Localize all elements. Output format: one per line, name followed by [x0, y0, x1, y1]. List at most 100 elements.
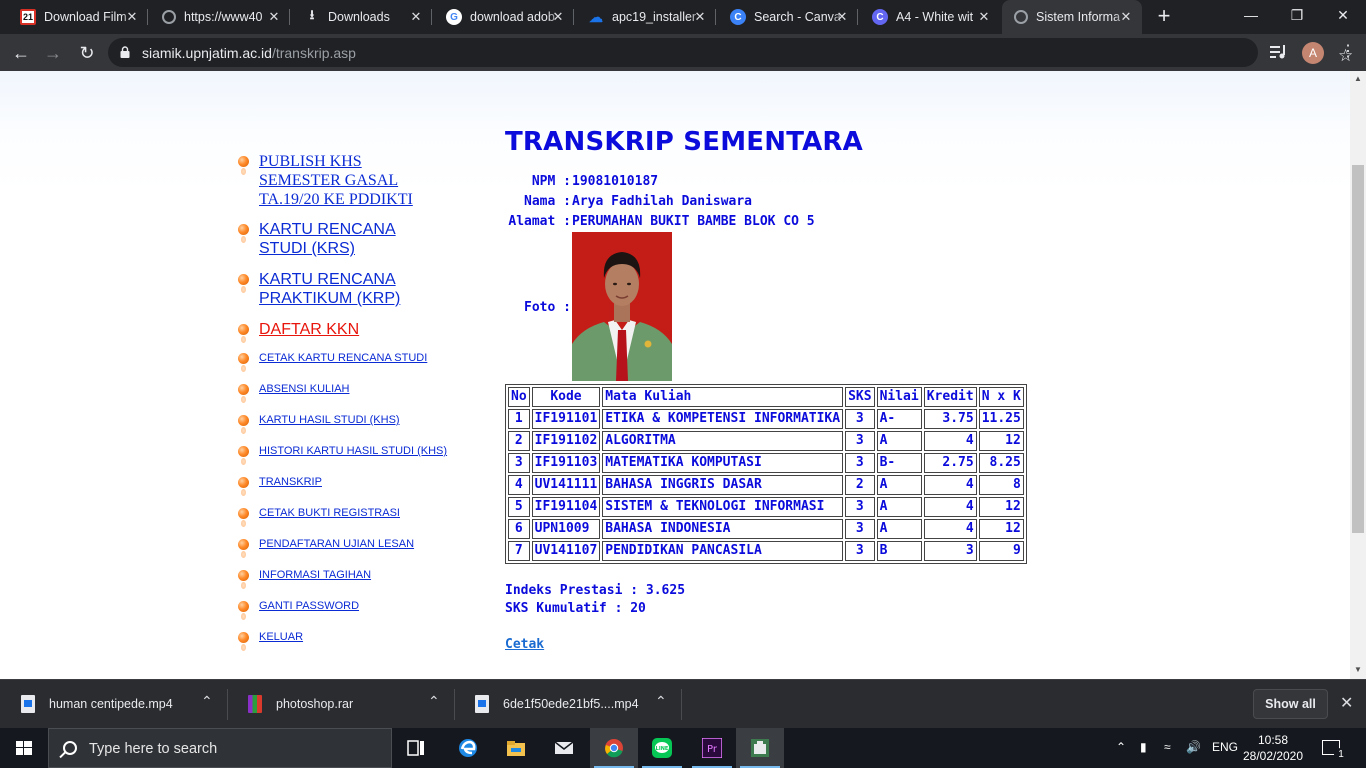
- taskbar-search-box[interactable]: Type here to search: [48, 728, 392, 768]
- address-bar[interactable]: siamik.upnjatim.ac.id/transkrip.asp ☆: [108, 38, 1353, 67]
- chevron-up-icon[interactable]: ⌃: [1116, 740, 1126, 754]
- browser-tab[interactable]: C A4 - White wit ✕: [860, 0, 1000, 34]
- table-cell: 7: [508, 541, 530, 561]
- browser-tab[interactable]: 21 Download Film ✕: [8, 0, 148, 34]
- favicon-icon: C: [730, 9, 746, 25]
- clock-time[interactable]: 10:58: [1250, 733, 1296, 747]
- table-cell: ALGORITMA: [602, 431, 844, 451]
- close-icon[interactable]: ✕: [976, 9, 992, 25]
- forward-icon[interactable]: →: [40, 40, 66, 66]
- close-icon[interactable]: ✕: [834, 9, 850, 25]
- start-button[interactable]: [0, 728, 48, 768]
- clock-date[interactable]: 28/02/2020: [1236, 749, 1310, 763]
- sidebar-link[interactable]: TRANSKRIP: [259, 476, 322, 489]
- taskbar-task-view-button[interactable]: [392, 728, 440, 768]
- scroll-thumb[interactable]: [1352, 165, 1364, 533]
- chevron-up-icon[interactable]: ⌃: [428, 693, 440, 710]
- search-placeholder: Type here to search: [89, 741, 218, 757]
- close-icon[interactable]: ✕: [124, 9, 140, 25]
- sidebar-link[interactable]: GANTI PASSWORD: [259, 600, 359, 613]
- browser-tab[interactable]: Sistem Informa ✕: [1002, 0, 1142, 34]
- close-icon[interactable]: ✕: [266, 9, 282, 25]
- sidebar-link-line: KARTU RENCANA: [259, 271, 396, 288]
- bullet-icon: [238, 224, 249, 235]
- battery-icon[interactable]: ▮: [1140, 740, 1147, 754]
- language-indicator[interactable]: ENG: [1212, 740, 1238, 754]
- taskbar-chrome-button[interactable]: [590, 728, 638, 768]
- browser-tab[interactable]: ☁ apc19_installer ✕: [576, 0, 716, 34]
- credits-label: SKS Kumulatif :: [505, 601, 623, 616]
- table-cell: IF191104: [531, 497, 601, 517]
- page-title: TRANSKRIP SEMENTARA: [505, 127, 863, 157]
- download-item[interactable]: human centipede.mp4 ⌃: [1, 680, 228, 729]
- download-item[interactable]: photoshop.rar ⌃: [228, 680, 455, 729]
- chevron-up-icon[interactable]: ⌃: [201, 693, 213, 710]
- taskbar-edge-button[interactable]: [444, 728, 492, 768]
- sidebar-link-line: TA.19/20 KE PDDIKTI: [259, 191, 413, 208]
- sidebar-link[interactable]: PENDAFTARAN UJIAN LESAN: [259, 538, 414, 551]
- bullet-icon: [238, 632, 249, 643]
- chevron-up-icon[interactable]: ⌃: [655, 693, 667, 710]
- sidebar-link[interactable]: HISTORI KARTU HASIL STUDI (KHS): [259, 445, 447, 458]
- sidebar-link[interactable]: KARTU HASIL STUDI (KHS): [259, 414, 400, 427]
- edge-icon: [459, 739, 477, 757]
- restore-icon[interactable]: ❐: [1274, 0, 1320, 32]
- scroll-up-icon[interactable]: ▲: [1354, 74, 1362, 83]
- taskbar-app-button[interactable]: [736, 728, 784, 768]
- table-cell: ETIKA & KOMPETENSI INFORMATIKA: [602, 409, 844, 429]
- sidebar-link[interactable]: KARTU RENCANA STUDI (KRS): [259, 220, 396, 258]
- close-icon[interactable]: ✕: [1118, 9, 1134, 25]
- favicon-icon: [1014, 10, 1028, 24]
- sidebar-link[interactable]: CETAK KARTU RENCANA STUDI: [259, 352, 427, 365]
- table-cell: 1: [508, 409, 530, 429]
- volume-icon[interactable]: 🔊: [1186, 740, 1201, 754]
- bullet-icon: [238, 601, 249, 612]
- new-tab-button[interactable]: +: [1152, 5, 1176, 29]
- close-icon[interactable]: ✕: [692, 9, 708, 25]
- sidebar-link-line: GANTI PASSWORD: [259, 600, 360, 612]
- table-cell: IF191103: [531, 453, 601, 473]
- close-window-icon[interactable]: ✕: [1320, 0, 1366, 32]
- close-icon[interactable]: ✕: [1340, 693, 1353, 713]
- sidebar-link[interactable]: DAFTAR KKN: [259, 320, 359, 339]
- sidebar-link[interactable]: INFORMASI TAGIHAN: [259, 569, 371, 582]
- back-icon[interactable]: ←: [8, 40, 34, 66]
- page-scrollbar[interactable]: ▲ ▼: [1350, 71, 1366, 679]
- bullet-icon: [238, 570, 249, 581]
- browser-menu-icon[interactable]: ⋮: [1340, 41, 1356, 63]
- taskbar-file-explorer-button[interactable]: [492, 728, 540, 768]
- reload-icon[interactable]: ↻: [74, 40, 100, 66]
- close-icon[interactable]: ✕: [550, 9, 566, 25]
- print-link[interactable]: Cetak: [505, 637, 544, 652]
- table-cell: 3: [923, 541, 977, 561]
- browser-tab[interactable]: C Search - Canva ✕: [718, 0, 858, 34]
- close-icon[interactable]: ✕: [408, 9, 424, 25]
- scroll-down-icon[interactable]: ▼: [1354, 665, 1362, 674]
- browser-tab[interactable]: ⭳ Downloads ✕: [292, 0, 432, 34]
- taskbar-line-button[interactable]: LINE: [638, 728, 686, 768]
- browser-tab[interactable]: Gdownload adob ✕: [434, 0, 574, 34]
- column-header: Mata Kuliah: [602, 387, 844, 407]
- taskbar-premiere-button[interactable]: Pr: [688, 728, 736, 768]
- sidebar-link[interactable]: KELUAR: [259, 631, 303, 644]
- taskbar-mail-button[interactable]: [540, 728, 588, 768]
- download-item[interactable]: 6de1f50ede21bf5....mp4 ⌃: [455, 680, 682, 729]
- bullet-icon: [241, 336, 246, 343]
- show-all-button[interactable]: Show all: [1253, 689, 1328, 719]
- table-row: 4 UV141111 BAHASA INGGRIS DASAR 2 A 4 8: [508, 475, 1024, 495]
- media-control-icon[interactable]: [1270, 44, 1288, 60]
- sidebar-link[interactable]: CETAK BUKTI REGISTRASI: [259, 507, 400, 520]
- table-cell: A-: [876, 409, 922, 429]
- browser-tab[interactable]: https://www40 ✕: [150, 0, 290, 34]
- task-view-icon: [407, 740, 424, 756]
- sidebar-link-line: SEMESTER GASAL: [259, 172, 399, 189]
- profile-avatar[interactable]: A: [1302, 42, 1324, 64]
- wifi-icon[interactable]: ≈: [1164, 740, 1171, 754]
- bullet-icon: [238, 156, 249, 167]
- sidebar-link[interactable]: PUBLISH KHS SEMESTER GASAL TA.19/20 KE PDD…: [259, 152, 413, 209]
- minimize-icon[interactable]: —: [1228, 0, 1274, 32]
- sidebar-link[interactable]: ABSENSI KULIAH: [259, 383, 349, 396]
- sidebar-link[interactable]: KARTU RENCANA PRAKTIKUM (KRP): [259, 270, 400, 308]
- app-icon: [751, 739, 769, 757]
- table-cell: PENDIDIKAN PANCASILA: [602, 541, 844, 561]
